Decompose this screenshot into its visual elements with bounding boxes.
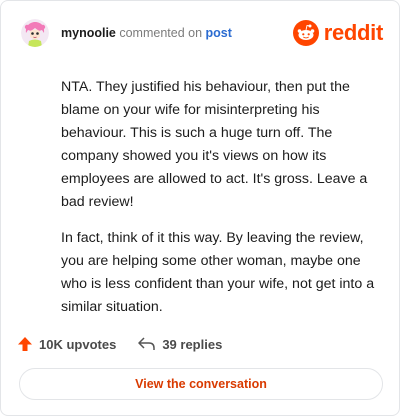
upvote-count: 10K upvotes	[39, 336, 117, 352]
logo-text: reddit	[323, 20, 384, 45]
upvote-arrow-icon	[18, 337, 32, 351]
reddit-snoo-icon	[292, 20, 319, 46]
reply-arrow-icon	[138, 337, 156, 350]
comment-header: mynoolie commented on post reddit	[21, 17, 383, 49]
reply-stat[interactable]: 39 replies	[138, 337, 222, 352]
comment-paragraph: In fact, think of it this way. By leavin…	[61, 230, 375, 315]
comment-stats: 10K upvotes 39 replies	[17, 334, 244, 354]
comment-card: mynoolie commented on post reddit NTA. T…	[0, 0, 400, 416]
reply-count: 39 replies	[162, 336, 223, 352]
comment-body: NTA. They justified his behaviour, then …	[61, 76, 381, 332]
comment-paragraph: NTA. They justified his behaviour, then …	[61, 79, 368, 210]
upvote-stat[interactable]: 10K upvotes	[17, 336, 116, 352]
post-link[interactable]: post	[206, 26, 232, 40]
action-text: commented on	[119, 26, 203, 40]
comment-meta: mynoolie commented on post	[61, 25, 232, 41]
reddit-logo[interactable]: reddit	[292, 20, 384, 46]
avatar[interactable]	[21, 19, 49, 47]
view-conversation-button[interactable]: View the conversation	[19, 368, 383, 400]
username[interactable]: mynoolie	[61, 26, 116, 40]
